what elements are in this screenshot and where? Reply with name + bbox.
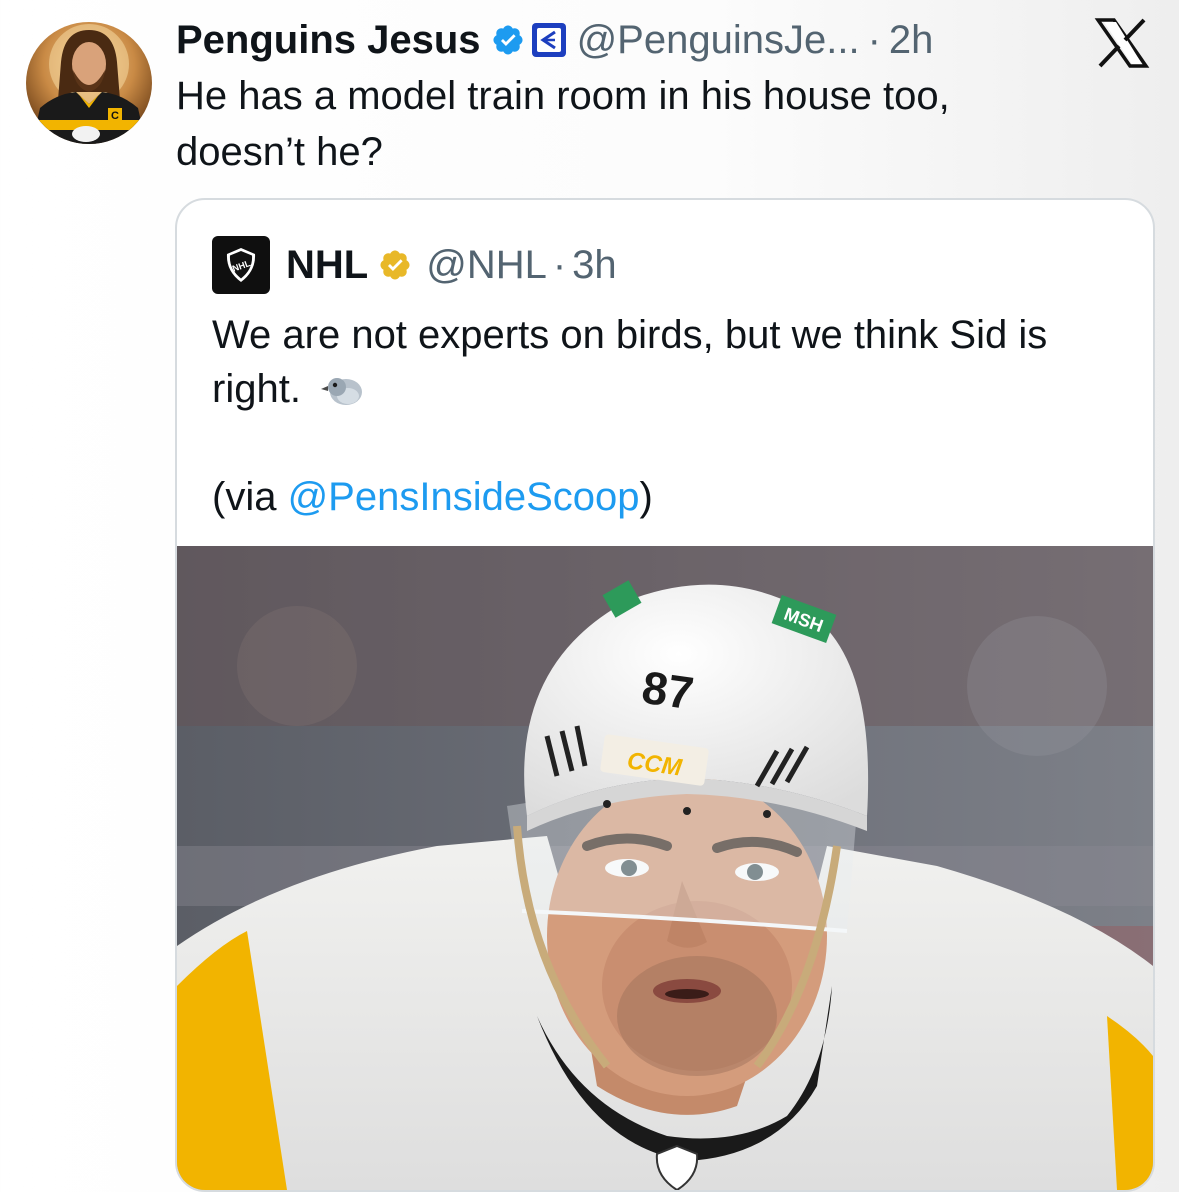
- quoted-timestamp[interactable]: 3h: [572, 243, 617, 288]
- quoted-separator-dot: ·: [552, 242, 567, 287]
- display-name[interactable]: Penguins Jesus: [176, 18, 481, 63]
- via-prefix: (via: [212, 475, 288, 519]
- svg-text:C: C: [111, 110, 119, 122]
- via-line: (via @PensInsideScoop): [212, 470, 653, 524]
- nhl-logo-icon[interactable]: NHL: [212, 236, 270, 294]
- avatar[interactable]: C: [26, 22, 152, 144]
- avatar-image: C: [32, 24, 146, 144]
- x-logo-icon[interactable]: [1094, 18, 1150, 68]
- separator-dot: ·: [867, 17, 881, 62]
- quoted-tweet-text: We are not experts on birds, but we thin…: [212, 308, 1112, 416]
- tweet-text: He has a model train room in his house t…: [176, 74, 950, 174]
- timestamp[interactable]: 2h: [889, 18, 934, 63]
- quoted-tweet-card[interactable]: NHL NHL @NHL · 3h We are not experts on …: [175, 198, 1155, 1192]
- affiliate-badge-icon[interactable]: [531, 22, 567, 58]
- via-suffix: ): [639, 475, 653, 519]
- quoted-handle[interactable]: @NHL: [426, 243, 547, 288]
- handle[interactable]: @PenguinsJe...: [577, 18, 860, 63]
- tweet-header: Penguins Jesus @PenguinsJe... · 2h: [176, 12, 933, 68]
- mention-link[interactable]: @PensInsideScoop: [288, 475, 640, 519]
- gold-verified-badge-icon: [378, 248, 412, 282]
- quoted-tweet-header: NHL NHL @NHL · 3h: [212, 236, 617, 294]
- bird-emoji-icon: [320, 368, 364, 405]
- quoted-display-name[interactable]: NHL: [286, 243, 368, 288]
- tweet-media-image[interactable]: 87 CCM MSH: [177, 546, 1153, 1190]
- helmet-number: 87: [639, 661, 697, 720]
- verified-badge-icon: [491, 23, 525, 57]
